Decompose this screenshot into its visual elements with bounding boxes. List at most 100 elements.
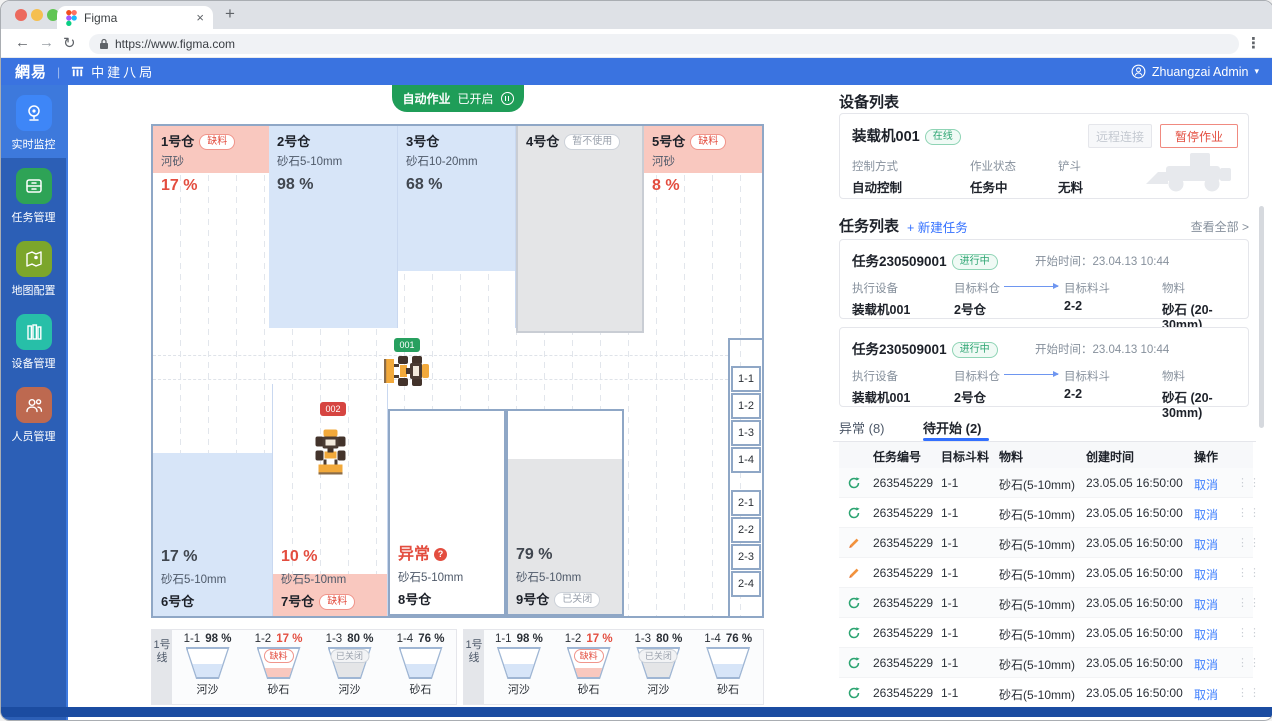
status-badge: 缺料 [199,134,235,150]
table-row: 2635452291-1砂石(5-10mm)23.05.05 16:50:00 … [839,558,1253,588]
dock-2-2: 2-2 [731,517,761,543]
auto-operation-state: 已开启 [458,90,494,107]
back-icon[interactable]: ← [15,34,30,51]
hopper-cup [706,647,750,679]
pause-icon[interactable] [501,92,514,105]
device-list-title: 设备列表 [839,91,899,112]
bin-4: 4号仓暂不使用 [516,126,644,333]
browser-menu-icon[interactable]: ⋮ [1246,34,1261,52]
auto-task-icon [847,596,861,613]
drag-handle-icon[interactable]: ⋮⋮ [1237,656,1261,669]
table-row: 2635452291-1砂石(5-10mm)23.05.05 16:50:00 … [839,588,1253,618]
cancel-link[interactable]: 取消 [1194,536,1218,553]
minimize-window-button[interactable] [31,9,43,21]
cancel-link[interactable]: 取消 [1194,626,1218,643]
hopper-cell: 1-217 % 缺料 砂石 [554,630,624,704]
sidebar-item-map-config[interactable]: 地图配置 [1,231,66,304]
drag-handle-icon[interactable]: ⋮⋮ [1237,566,1261,579]
hopper-cell: 1-380 % 已关闭 河沙 [624,630,694,704]
status-badge: 已关闭 [639,649,678,663]
device-card: 装载机001在线 远程连接 暂停作业 控制方式 作业状态 铲斗 自动控制 任务中… [839,113,1249,199]
sidebar-item-label: 实时监控 [12,136,56,152]
table-row: 2635452291-1砂石(5-10mm)23.05.05 16:50:00 … [839,618,1253,648]
status-badge: 已关闭 [554,592,600,608]
books-icon [16,314,52,350]
drag-handle-icon[interactable]: ⋮⋮ [1237,506,1261,519]
in-progress-badge: 进行中 [952,342,998,358]
tab-pending[interactable]: 待开始 (2) [923,418,982,437]
cancel-link[interactable]: 取消 [1194,476,1218,493]
panel-scrollbar[interactable] [1259,206,1264,428]
hopper-cup: 已关闭 [636,647,680,679]
hopper-cell: 1-198 % 河沙 [484,630,554,704]
task-card: 任务230509001进行中 开始时间：23.04.13 10:44 执行设备 … [839,327,1249,407]
brand-logo: 網易 [15,61,47,82]
status-badge: 缺料 [319,594,355,610]
table-row: 2635452291-1砂石(5-10mm)23.05.05 16:50:00 … [839,528,1253,558]
cancel-link[interactable]: 取消 [1194,686,1218,703]
reload-icon[interactable]: ↻ [63,34,76,52]
dock-2-4: 2-4 [731,571,761,597]
hopper-cup [399,647,443,679]
tab-close-icon[interactable]: × [196,10,204,25]
pause-operation-button[interactable]: 暂停作业 [1160,124,1238,148]
bin-1: 1号仓缺料 河砂 17 % [153,126,269,226]
browser-tab-figma[interactable]: Figma × [57,6,213,29]
loader-silhouette [1142,148,1234,192]
new-task-link[interactable]: + 新建任务 [907,217,968,236]
url-text: https://www.figma.com [115,37,235,51]
user-name: Zhuangzai Admin [1152,65,1249,79]
cancel-link[interactable]: 取消 [1194,596,1218,613]
address-bar[interactable]: https://www.figma.com [89,34,1239,54]
view-all-link[interactable]: 查看全部 > [1151,218,1249,235]
webcam-icon [16,95,52,131]
bin-9: 79 % 砂石5-10mm 9号仓已关闭 [506,409,624,616]
table-row: 2635452291-1砂石(5-10mm)23.05.05 16:50:00 … [839,468,1253,498]
loader-002-label: 002 [320,402,346,416]
line-panel-2: 1号线 1-198 % 河沙 1-217 % 缺料 砂石 1-380 % 已关闭… [463,629,764,705]
auto-operation-title: 自动作业 [402,90,450,107]
hopper-cup: 缺料 [257,647,301,679]
hopper-cup: 已关闭 [328,647,372,679]
cancel-link[interactable]: 取消 [1194,506,1218,523]
hopper-cup: 缺料 [567,647,611,679]
cancel-link[interactable]: 取消 [1194,656,1218,673]
bin-2: 2号仓 砂石5-10mm 98 % [269,126,398,328]
drag-handle-icon[interactable]: ⋮⋮ [1237,476,1261,489]
auto-task-icon [847,686,861,703]
status-badge: 暂不使用 [564,134,620,150]
dock-1-1: 1-1 [731,366,761,392]
flow-arrow-icon [1004,286,1058,287]
cancel-link[interactable]: 取消 [1194,566,1218,583]
manual-task-icon [847,536,861,553]
org-logo-icon [70,64,85,79]
sidebar-item-realtime-monitor[interactable]: 实时监控 [1,85,66,158]
browser-window: Figma × + ← → ↻ ⋮ https://www.figma.com … [0,0,1272,721]
dock-1-4: 1-4 [731,447,761,473]
table-row: 2635452291-1砂石(5-10mm)23.05.05 16:50:00 … [839,678,1253,708]
drag-handle-icon[interactable]: ⋮⋮ [1237,686,1261,699]
drawer-icon [16,168,52,204]
drag-handle-icon[interactable]: ⋮⋮ [1237,596,1261,609]
guide-line [153,355,728,356]
sidebar-item-task-management[interactable]: 任务管理 [1,158,66,231]
lock-icon [99,38,109,50]
drag-handle-icon[interactable]: ⋮⋮ [1237,626,1261,639]
alert-icon: ? [434,548,447,561]
close-window-button[interactable] [15,9,27,21]
auto-operation-banner[interactable]: 自动作业 已开启 [392,85,524,112]
hopper-cell: 1-198 % 河沙 [172,630,243,704]
tab-exceptions[interactable]: 异常 (8) [839,418,885,437]
table-header: 任务编号 目标斗料 物料 创建时间 操作 [839,442,1253,468]
bin-8: 异常? 砂石5-10mm 8号仓 [388,409,506,616]
remote-connect-button[interactable]: 远程连接 [1088,124,1152,148]
sidebar-item-personnel-management[interactable]: 人员管理 [1,377,66,450]
dock-2-3: 2-3 [731,544,761,570]
forward-icon[interactable]: → [39,34,54,51]
new-tab-button[interactable]: + [225,4,235,24]
drag-handle-icon[interactable]: ⋮⋮ [1237,536,1261,549]
app-header: 網易 | 中建八局 Zhuangzai Admin ▾ [1,58,1272,85]
sidebar-item-device-management[interactable]: 设备管理 [1,304,66,377]
auto-task-icon [847,656,861,673]
user-menu[interactable]: Zhuangzai Admin ▾ [1131,64,1259,79]
